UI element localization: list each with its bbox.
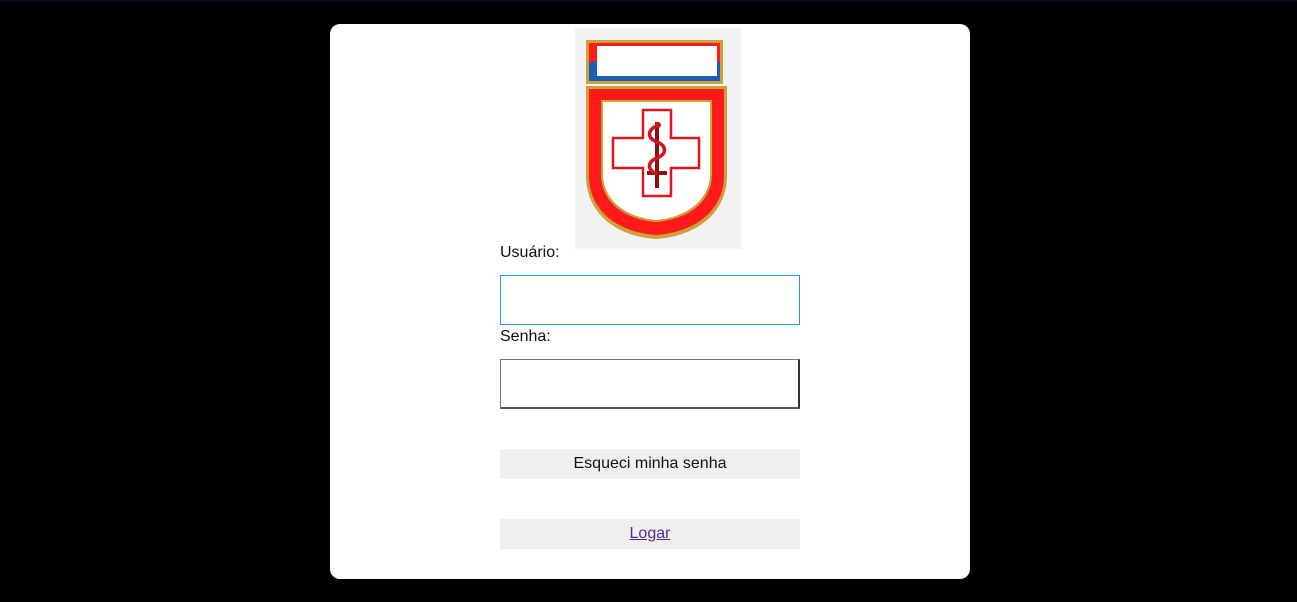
password-input[interactable] xyxy=(500,359,800,409)
login-button[interactable]: Logar xyxy=(500,519,800,549)
top-strip xyxy=(0,0,1297,2)
forgot-password-button[interactable]: Esqueci minha senha xyxy=(500,449,800,479)
login-link[interactable]: Logar xyxy=(630,525,671,542)
password-label: Senha: xyxy=(500,328,551,345)
medical-shield-emblem-icon xyxy=(575,28,741,249)
username-input[interactable] xyxy=(500,275,800,325)
login-card: Usuário: Senha: Esqueci minha senha Loga… xyxy=(330,24,970,579)
username-label: Usuário: xyxy=(500,244,560,261)
